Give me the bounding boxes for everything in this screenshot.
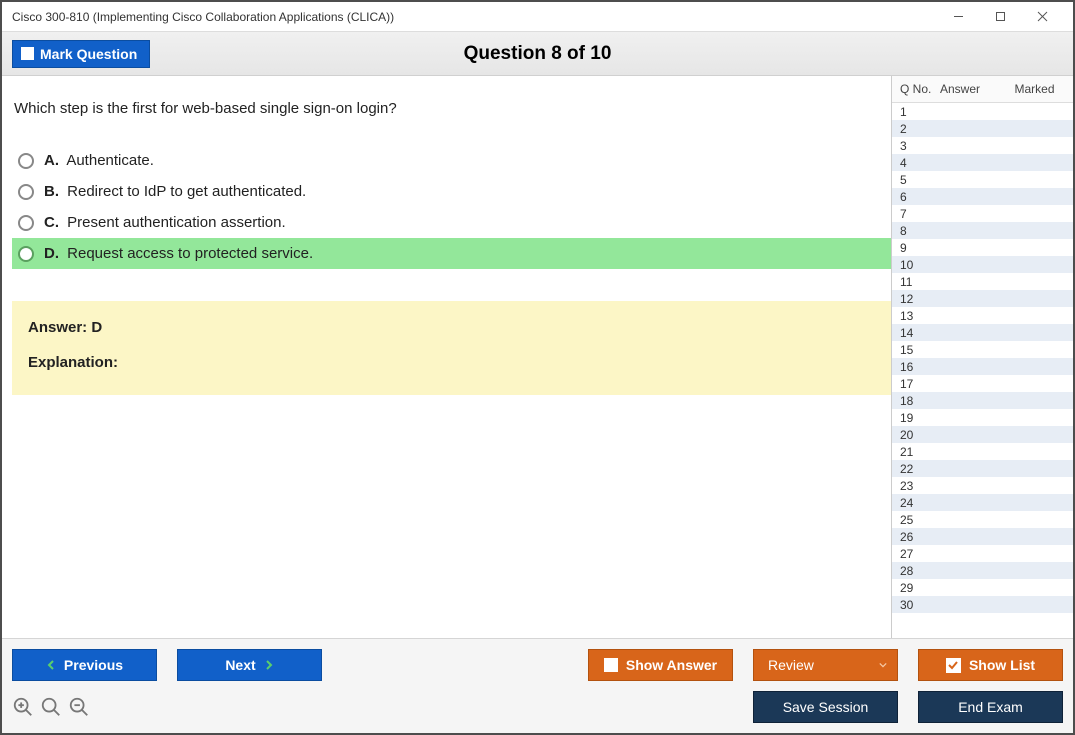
app-window: Cisco 300-810 (Implementing Cisco Collab…	[0, 0, 1075, 735]
sidebar-row[interactable]: 12	[892, 290, 1073, 307]
review-label: Review	[768, 657, 814, 673]
sidebar-row[interactable]: 17	[892, 375, 1073, 392]
col-answer: Answer	[940, 82, 1000, 96]
window-title: Cisco 300-810 (Implementing Cisco Collab…	[12, 10, 937, 24]
sidebar-row[interactable]: 24	[892, 494, 1073, 511]
chevron-down-icon	[879, 661, 887, 669]
titlebar: Cisco 300-810 (Implementing Cisco Collab…	[2, 2, 1073, 32]
maximize-button[interactable]	[979, 3, 1021, 31]
show-list-label: Show List	[969, 657, 1035, 673]
options-list: A. Authenticate.B. Redirect to IdP to ge…	[12, 145, 891, 269]
checkbox-icon	[604, 658, 618, 672]
sidebar-row[interactable]: 4	[892, 154, 1073, 171]
mark-question-label: Mark Question	[40, 46, 137, 62]
sidebar-row[interactable]: 26	[892, 528, 1073, 545]
sidebar-row[interactable]: 30	[892, 596, 1073, 613]
mark-question-button[interactable]: Mark Question	[12, 40, 150, 68]
option-C[interactable]: C. Present authentication assertion.	[12, 207, 891, 238]
sidebar-row[interactable]: 13	[892, 307, 1073, 324]
sidebar-row[interactable]: 25	[892, 511, 1073, 528]
radio-icon	[18, 246, 34, 262]
sidebar-row[interactable]: 18	[892, 392, 1073, 409]
sidebar-row[interactable]: 19	[892, 409, 1073, 426]
next-label: Next	[225, 657, 255, 673]
window-controls	[937, 3, 1063, 31]
sidebar-row[interactable]: 28	[892, 562, 1073, 579]
radio-icon	[18, 184, 34, 200]
header-band: Mark Question Question 8 of 10	[2, 32, 1073, 76]
show-answer-button[interactable]: Show Answer	[588, 649, 733, 681]
save-session-button[interactable]: Save Session	[753, 691, 898, 723]
footer-row-2: Save Session End Exam	[753, 691, 1063, 723]
show-answer-label: Show Answer	[626, 657, 717, 673]
zoom-controls	[12, 696, 90, 718]
sidebar-row[interactable]: 14	[892, 324, 1073, 341]
end-exam-button[interactable]: End Exam	[918, 691, 1063, 723]
checkbox-icon	[21, 47, 34, 60]
next-button[interactable]: Next	[177, 649, 322, 681]
sidebar-row[interactable]: 3	[892, 137, 1073, 154]
checkbox-checked-icon	[946, 658, 961, 673]
chevron-left-icon	[46, 660, 56, 670]
col-qno: Q No.	[900, 82, 940, 96]
col-marked: Marked	[1000, 82, 1069, 96]
sidebar-row[interactable]: 6	[892, 188, 1073, 205]
sidebar-row[interactable]: 9	[892, 239, 1073, 256]
sidebar-row[interactable]: 1	[892, 103, 1073, 120]
sidebar-row[interactable]: 7	[892, 205, 1073, 222]
sidebar-list[interactable]: 1234567891011121314151617181920212223242…	[892, 103, 1073, 638]
sidebar-row[interactable]: 2	[892, 120, 1073, 137]
zoom-out-icon[interactable]	[68, 696, 90, 718]
zoom-in-icon[interactable]	[12, 696, 34, 718]
sidebar-row[interactable]: 23	[892, 477, 1073, 494]
save-session-label: Save Session	[783, 699, 869, 715]
footer-row-1: Previous Next Show Answer Review Show Li…	[12, 649, 1063, 681]
question-text: Which step is the first for web-based si…	[14, 100, 891, 117]
question-panel: Which step is the first for web-based si…	[2, 76, 891, 638]
sidebar-row[interactable]: 22	[892, 460, 1073, 477]
review-dropdown[interactable]: Review	[753, 649, 898, 681]
sidebar-row[interactable]: 8	[892, 222, 1073, 239]
zoom-reset-icon[interactable]	[40, 696, 62, 718]
sidebar-row[interactable]: 10	[892, 256, 1073, 273]
radio-icon	[18, 215, 34, 231]
sidebar-row[interactable]: 27	[892, 545, 1073, 562]
sidebar-row[interactable]: 21	[892, 443, 1073, 460]
radio-icon	[18, 153, 34, 169]
question-sidebar: Q No. Answer Marked 12345678910111213141…	[891, 76, 1073, 638]
footer: Previous Next Show Answer Review Show Li…	[2, 638, 1073, 733]
option-B[interactable]: B. Redirect to IdP to get authenticated.	[12, 176, 891, 207]
minimize-button[interactable]	[937, 3, 979, 31]
sidebar-row[interactable]: 15	[892, 341, 1073, 358]
close-button[interactable]	[1021, 3, 1063, 31]
sidebar-row[interactable]: 11	[892, 273, 1073, 290]
sidebar-header: Q No. Answer Marked	[892, 76, 1073, 103]
sidebar-row[interactable]: 29	[892, 579, 1073, 596]
sidebar-row[interactable]: 5	[892, 171, 1073, 188]
end-exam-label: End Exam	[958, 699, 1023, 715]
sidebar-row[interactable]: 20	[892, 426, 1073, 443]
previous-label: Previous	[64, 657, 123, 673]
show-list-button[interactable]: Show List	[918, 649, 1063, 681]
question-counter: Question 8 of 10	[464, 43, 612, 65]
chevron-right-icon	[264, 660, 274, 670]
sidebar-row[interactable]: 16	[892, 358, 1073, 375]
previous-button[interactable]: Previous	[12, 649, 157, 681]
explanation-label: Explanation:	[28, 354, 875, 371]
option-D[interactable]: D. Request access to protected service.	[12, 238, 891, 269]
content-area: Which step is the first for web-based si…	[2, 76, 1073, 638]
option-A[interactable]: A. Authenticate.	[12, 145, 891, 176]
answer-line: Answer: D	[28, 319, 875, 336]
answer-box: Answer: D Explanation:	[12, 301, 891, 395]
